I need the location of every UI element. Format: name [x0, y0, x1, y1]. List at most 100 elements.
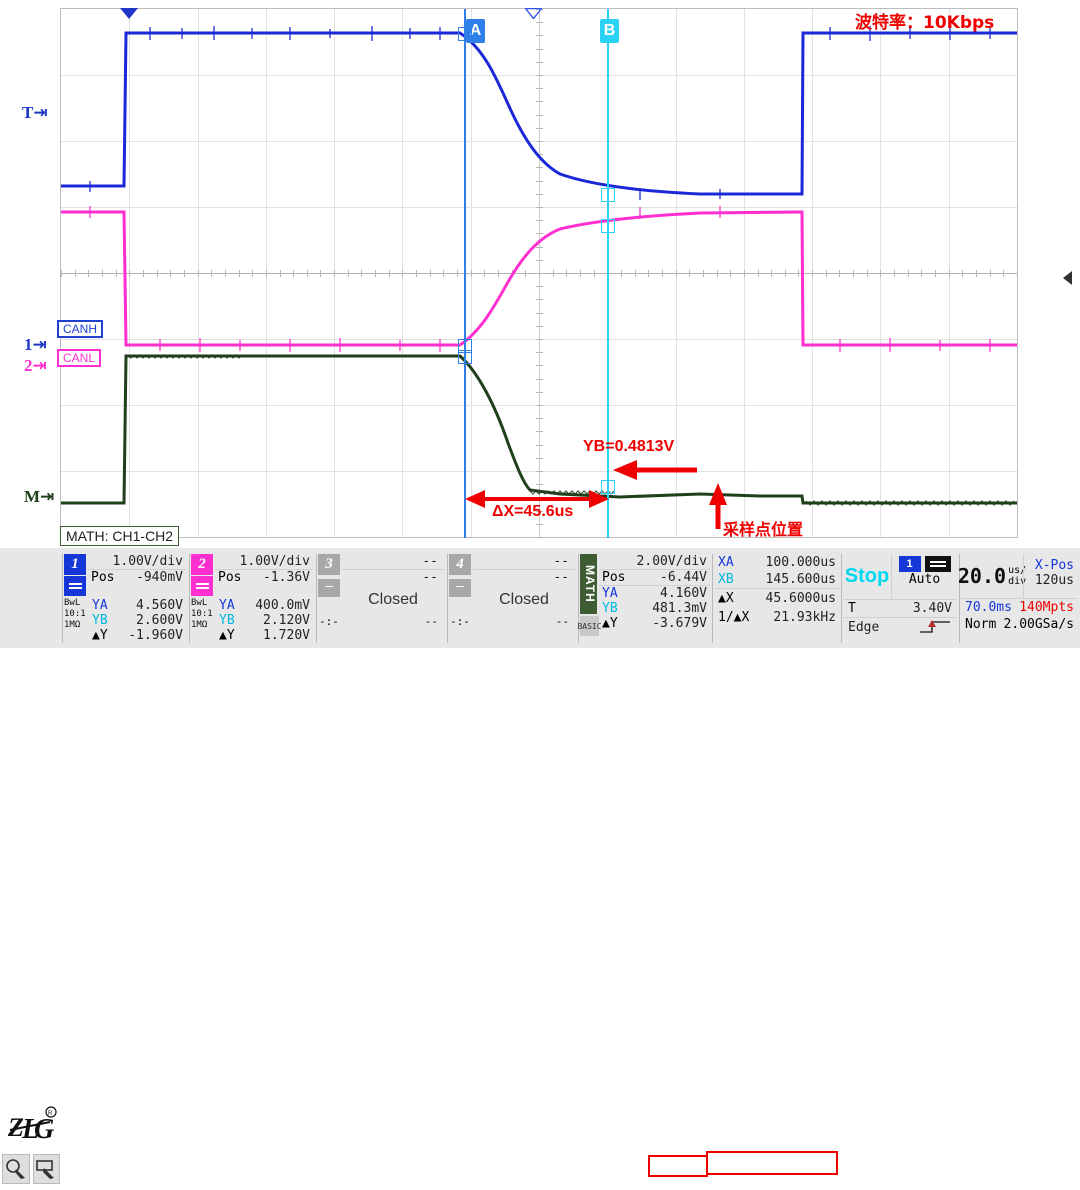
- cursor-readout-panel[interactable]: XA 100.000us XB 145.600us ▲X 45.6000us 1…: [714, 554, 840, 643]
- ch1-bwl: BwL: [64, 598, 81, 608]
- ch2-marker-arrow: ⇥: [32, 356, 47, 376]
- xb-value: 145.600us: [765, 572, 836, 587]
- ch1-imp: 1MΩ: [64, 620, 81, 630]
- math-pos-label: Pos: [602, 570, 626, 585]
- ch3-state: Closed: [368, 591, 418, 608]
- canh-signal-label[interactable]: CANH: [57, 320, 104, 338]
- ch2-imp: 1MΩ: [191, 620, 208, 630]
- math-yb-value: 481.3mV: [652, 601, 707, 616]
- ch2-ground-marker[interactable]: 2⇥: [24, 356, 47, 376]
- ch4-panel[interactable]: 4 – -- -- Closed -:- --: [449, 554, 575, 643]
- ch1-ya-label: YA: [92, 598, 108, 613]
- delta-x-annotation: ΔX=45.6us: [492, 503, 574, 520]
- cursor-b-tag[interactable]: B: [600, 19, 619, 43]
- cursor-a-handle-ch1[interactable]: [458, 27, 472, 41]
- ch4-scale: --: [553, 554, 569, 569]
- run-state[interactable]: Stop: [845, 565, 889, 588]
- math-ground-marker[interactable]: M⇥: [24, 487, 54, 507]
- math-panel[interactable]: MATH BASIC 2.00V/div Pos -6.44V YA 4.160…: [577, 554, 710, 643]
- yb-value-annotation: YB=0.4813V: [583, 438, 675, 455]
- ch1-marker-arrow: ⇥: [32, 335, 47, 355]
- math-yb-highlight: [648, 1155, 708, 1177]
- ch1-attn: 10:1: [64, 609, 86, 619]
- ch2-dy-value: 1.720V: [263, 628, 310, 643]
- ch1-badge[interactable]: 1: [64, 554, 86, 575]
- timebase-panel[interactable]: 20.0 us/ div X-Pos 120us 70.0ms 140Mpts …: [958, 554, 1078, 643]
- xa-value: 100.000us: [765, 555, 836, 570]
- ch3-coupling-placeholder: –: [318, 579, 340, 597]
- waveform-canvas: [61, 26, 1017, 506]
- acq-mode[interactable]: Norm: [965, 617, 996, 632]
- ch3-badge[interactable]: 3: [318, 554, 340, 575]
- trigger-edge-icon: [920, 620, 950, 633]
- ch3-pos: --: [342, 569, 444, 585]
- ch1-pos-value: -940mV: [136, 570, 183, 585]
- trigger-panel[interactable]: Stop 1 Auto T 3.40V Edge: [843, 554, 957, 643]
- ch1-coupling-icon[interactable]: [64, 576, 86, 596]
- math-dy-value: -3.679V: [652, 616, 707, 631]
- math-badge[interactable]: MATH: [580, 554, 597, 614]
- oscilloscope-screenshot: A B T⇥ 1⇥ 2⇥ M⇥ CANH CANL MATH: CH1-CH2: [0, 0, 1080, 1184]
- measure-cursor-icon[interactable]: [2, 1154, 30, 1184]
- cursor-a-handle-math[interactable]: [458, 350, 472, 364]
- trigger-coupling-icon[interactable]: [924, 556, 951, 572]
- ch1-probe-meta: BwL 10:1 1MΩ: [64, 598, 89, 643]
- math-dy-label: ▲Y: [602, 616, 618, 631]
- divider-cursor-left: [712, 554, 713, 643]
- timebase-scale-value[interactable]: 20.0: [958, 564, 1006, 588]
- canl-signal-label[interactable]: CANL: [57, 349, 102, 367]
- ch1-ground-marker[interactable]: 1⇥: [24, 335, 47, 355]
- cursor-b-handle-ch2[interactable]: [601, 219, 615, 233]
- ch4-coupling-placeholder: –: [449, 579, 471, 597]
- ch2-pos-value: -1.36V: [263, 570, 310, 585]
- ch2-marker-label: 2: [24, 356, 33, 375]
- trigger-source-badge[interactable]: 1: [898, 556, 921, 572]
- right-edge-marker[interactable]: [1063, 271, 1072, 285]
- trigger-reference-marker[interactable]: [525, 8, 542, 19]
- divider-ch1-left: [62, 554, 63, 643]
- ch3-foot-left: -:-: [319, 615, 339, 628]
- cursor-b-handle-ch1[interactable]: [601, 188, 615, 202]
- ch4-foot-right: --: [555, 615, 569, 628]
- math-pos-value: -6.44V: [660, 570, 707, 585]
- math-expression-label[interactable]: MATH: CH1-CH2: [60, 526, 180, 546]
- xb-label: XB: [718, 572, 734, 587]
- ch1-ya-value: 4.560V: [136, 598, 183, 613]
- ch2-yb-value: 2.120V: [263, 613, 310, 628]
- ch3-panel[interactable]: 3 – -- -- Closed -:- --: [318, 554, 444, 643]
- delta-x-highlight: [706, 1151, 838, 1175]
- ch2-pos-label: Pos: [218, 570, 242, 585]
- math-basic-badge[interactable]: BASIC: [577, 616, 602, 636]
- ch1-panel[interactable]: 1 1.00V/div Pos -940mV BwL 10:1 1MΩ YA 4…: [64, 554, 186, 643]
- ch1-scale: 1.00V/div: [112, 554, 183, 569]
- canl-noise: [89, 206, 991, 352]
- divider-ch4-left: [447, 554, 448, 643]
- trigger-type[interactable]: Edge: [848, 620, 879, 635]
- ch4-badge[interactable]: 4: [449, 554, 471, 575]
- trigger-position-marker[interactable]: [120, 8, 138, 19]
- trigger-level-marker[interactable]: T⇥: [22, 103, 48, 123]
- divider-ch3-left: [316, 554, 317, 643]
- zlg-logo-icon: Z L G R: [7, 1106, 57, 1145]
- sample-rate: 2.00GSa/s: [1003, 617, 1074, 632]
- math-marker-arrow: ⇥: [40, 487, 55, 507]
- trigger-marker-arrow: ⇥: [33, 103, 48, 123]
- cursor-a-line[interactable]: [464, 9, 466, 538]
- trigger-mode[interactable]: Auto: [892, 572, 957, 587]
- ch2-attn: 10:1: [191, 609, 213, 619]
- screen-pointer-icon[interactable]: [32, 1154, 60, 1184]
- ch1-dy-label: ▲Y: [92, 628, 108, 643]
- ch2-ya-label: YA: [219, 598, 235, 613]
- divider-trigger-left: [841, 554, 842, 643]
- math-scale: 2.00V/div: [636, 554, 707, 569]
- ch3-scale: --: [422, 554, 438, 569]
- xpos-value: 120us: [1034, 573, 1074, 588]
- ch2-badge[interactable]: 2: [191, 554, 213, 575]
- cursor-b-line[interactable]: [607, 9, 609, 538]
- ch2-coupling-icon[interactable]: [191, 576, 213, 596]
- ch2-panel[interactable]: 2 1.00V/div Pos -1.36V BwL 10:1 1MΩ YA 4…: [191, 554, 313, 643]
- baud-rate-annotation: 波特率：10Kbps: [855, 13, 995, 33]
- xpos-label: X-Pos: [1034, 558, 1074, 573]
- canh-trace: [61, 31, 1017, 196]
- sample-point-annotation: 采样点位置: [723, 520, 804, 539]
